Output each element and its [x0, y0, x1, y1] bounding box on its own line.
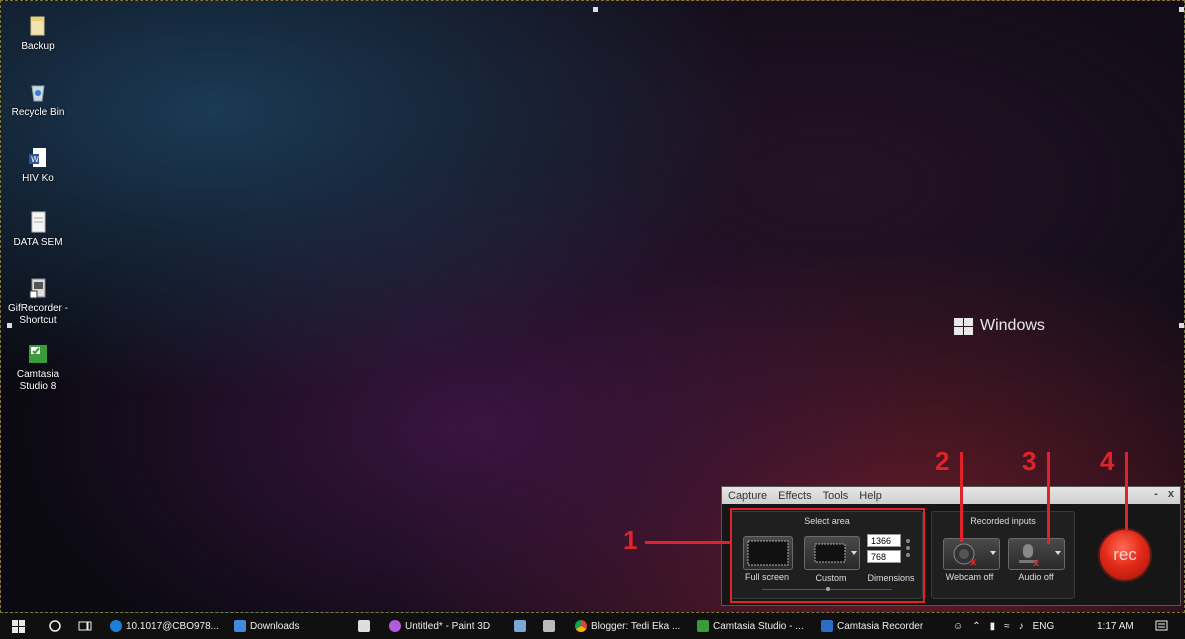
people-icon[interactable]: ☺ [953, 621, 963, 632]
webcam-off-icon: x [953, 543, 996, 568]
annotation-2: 2 [935, 446, 950, 476]
desktop-icon-hiv-ko[interactable]: W HIV Ko [7, 147, 69, 185]
annotation-1-arrow [645, 541, 731, 544]
word-document-icon: W [27, 147, 49, 169]
desktop-icon-backup[interactable]: Backup [7, 15, 69, 53]
paint3d-icon [389, 620, 401, 632]
audio-off-label: Audio off [1018, 572, 1054, 582]
menu-help[interactable]: Help [859, 490, 882, 502]
taskbar-item-chrome[interactable]: Blogger: Tedi Eka ... [575, 613, 680, 639]
selection-handle[interactable] [593, 7, 598, 12]
taskbar-item-downloads[interactable]: Downloads [234, 613, 299, 639]
taskbar-item-paint3d[interactable]: Untitled* - Paint 3D [389, 613, 490, 639]
desktop-icon-label: Backup [21, 41, 55, 52]
webcam-off-label: Webcam off [945, 572, 994, 582]
desktop-icon-label: Recycle Bin [11, 107, 65, 118]
clock-time: 1:17 AM [1097, 620, 1134, 632]
svg-text:W: W [31, 155, 39, 164]
annotation-1: 1 [623, 525, 638, 555]
folder-icon [27, 15, 49, 37]
start-button[interactable] [12, 613, 25, 639]
camtasia-recorder-icon [821, 620, 833, 632]
annotation-4-arrow [1125, 452, 1128, 532]
taskbar-item-edge[interactable]: 10.1017@CBO978... [110, 613, 219, 639]
edge-icon [110, 620, 122, 632]
selection-handle[interactable] [1179, 7, 1184, 12]
chevron-up-icon[interactable]: ⌃ [972, 621, 980, 632]
windows-logo-icon [954, 317, 973, 335]
search-circle-icon [49, 620, 61, 632]
recorded-inputs-group: Recorded inputs x Webcam off x Audio off [931, 511, 1075, 599]
recorder-menubar: Capture Effects Tools Help - x [722, 487, 1180, 504]
taskbar-item-label: Camtasia Recorder [837, 620, 924, 632]
taskbar-item-printer[interactable] [543, 613, 555, 639]
menu-capture[interactable]: Capture [728, 490, 767, 502]
taskbar-item-camtasia-recorder[interactable]: Camtasia Recorder [821, 613, 923, 639]
volume-icon[interactable]: ♪ [1019, 621, 1024, 632]
annotation-2-arrow [960, 452, 963, 542]
desktop-icon-label: DATA SEM [13, 237, 63, 248]
taskbar-item-label: 10.1017@CBO978... [126, 620, 219, 632]
taskbar-item-paint[interactable] [514, 613, 526, 639]
search-button[interactable] [48, 613, 62, 639]
chrome-icon [575, 620, 587, 632]
document-icon [27, 211, 49, 233]
recorded-inputs-title: Recorded inputs [970, 516, 1036, 526]
clock[interactable]: 1:17 AM [1097, 613, 1134, 639]
annotation-3: 3 [1022, 446, 1037, 476]
paint-icon [514, 620, 526, 632]
battery-icon[interactable]: ▮ [990, 621, 996, 632]
webcam-toggle-button[interactable]: x [943, 538, 1000, 570]
task-view-button[interactable] [78, 613, 92, 639]
taskbar: 10.1017@CBO978... Downloads Untitled* - … [0, 613, 1185, 639]
taskbar-item-label: Blogger: Tedi Eka ... [591, 620, 681, 632]
desktop-icon-data-sem[interactable]: DATA SEM [7, 211, 69, 249]
desktop-icon-camtasia[interactable]: Camtasia Studio 8 [7, 343, 69, 393]
gifrecorder-icon [27, 277, 49, 299]
record-button[interactable]: rec [1098, 528, 1152, 582]
printer-icon [543, 620, 555, 632]
taskbar-item-label: Downloads [250, 620, 300, 632]
menu-effects[interactable]: Effects [778, 490, 811, 502]
notification-icon [1155, 620, 1168, 630]
desktop-icon-label: Camtasia Studio 8 [16, 369, 60, 392]
desktop-icon-recycle-bin[interactable]: Recycle Bin [7, 81, 69, 119]
action-center-button[interactable] [1155, 613, 1168, 639]
wifi-icon[interactable]: ≈ [1004, 621, 1010, 632]
windows-start-icon [12, 619, 25, 633]
svg-text:x: x [1033, 558, 1040, 569]
windows-watermark: Windows [954, 317, 1045, 335]
desktop-icon-label: HIV Ko [22, 173, 54, 184]
minimize-button[interactable]: - [1154, 488, 1158, 500]
system-tray: ☺ ⌃ ▮ ≈ ♪ ENG [953, 613, 1054, 639]
windows-watermark-text: Windows [980, 317, 1045, 334]
task-view-icon [78, 621, 92, 631]
taskbar-item-label: Untitled* - Paint 3D [405, 620, 491, 632]
camtasia-studio-icon [697, 620, 709, 632]
camtasia-icon [27, 343, 49, 365]
store-icon [358, 620, 370, 632]
selection-handle[interactable] [1179, 323, 1184, 328]
language-indicator[interactable]: ENG [1033, 621, 1055, 632]
annotation-4: 4 [1100, 446, 1115, 476]
taskbar-item-camtasia-studio[interactable]: Camtasia Studio - ... [697, 613, 804, 639]
download-icon [234, 620, 246, 632]
annotation-3-arrow [1047, 452, 1050, 544]
desktop-icon-gifrecorder[interactable]: GifRecorder - Shortcut [7, 277, 69, 327]
taskbar-item-store[interactable] [358, 613, 370, 639]
recycle-bin-icon [27, 81, 49, 103]
select-area-highlight [730, 508, 925, 603]
desktop-icon-label: GifRecorder - Shortcut [7, 303, 68, 326]
svg-text:x: x [970, 557, 977, 568]
microphone-off-icon: x [1019, 544, 1061, 569]
taskbar-item-label: Camtasia Studio - ... [713, 620, 804, 632]
audio-toggle-button[interactable]: x [1008, 538, 1065, 570]
close-button[interactable]: x [1168, 488, 1174, 500]
menu-tools[interactable]: Tools [823, 490, 849, 502]
